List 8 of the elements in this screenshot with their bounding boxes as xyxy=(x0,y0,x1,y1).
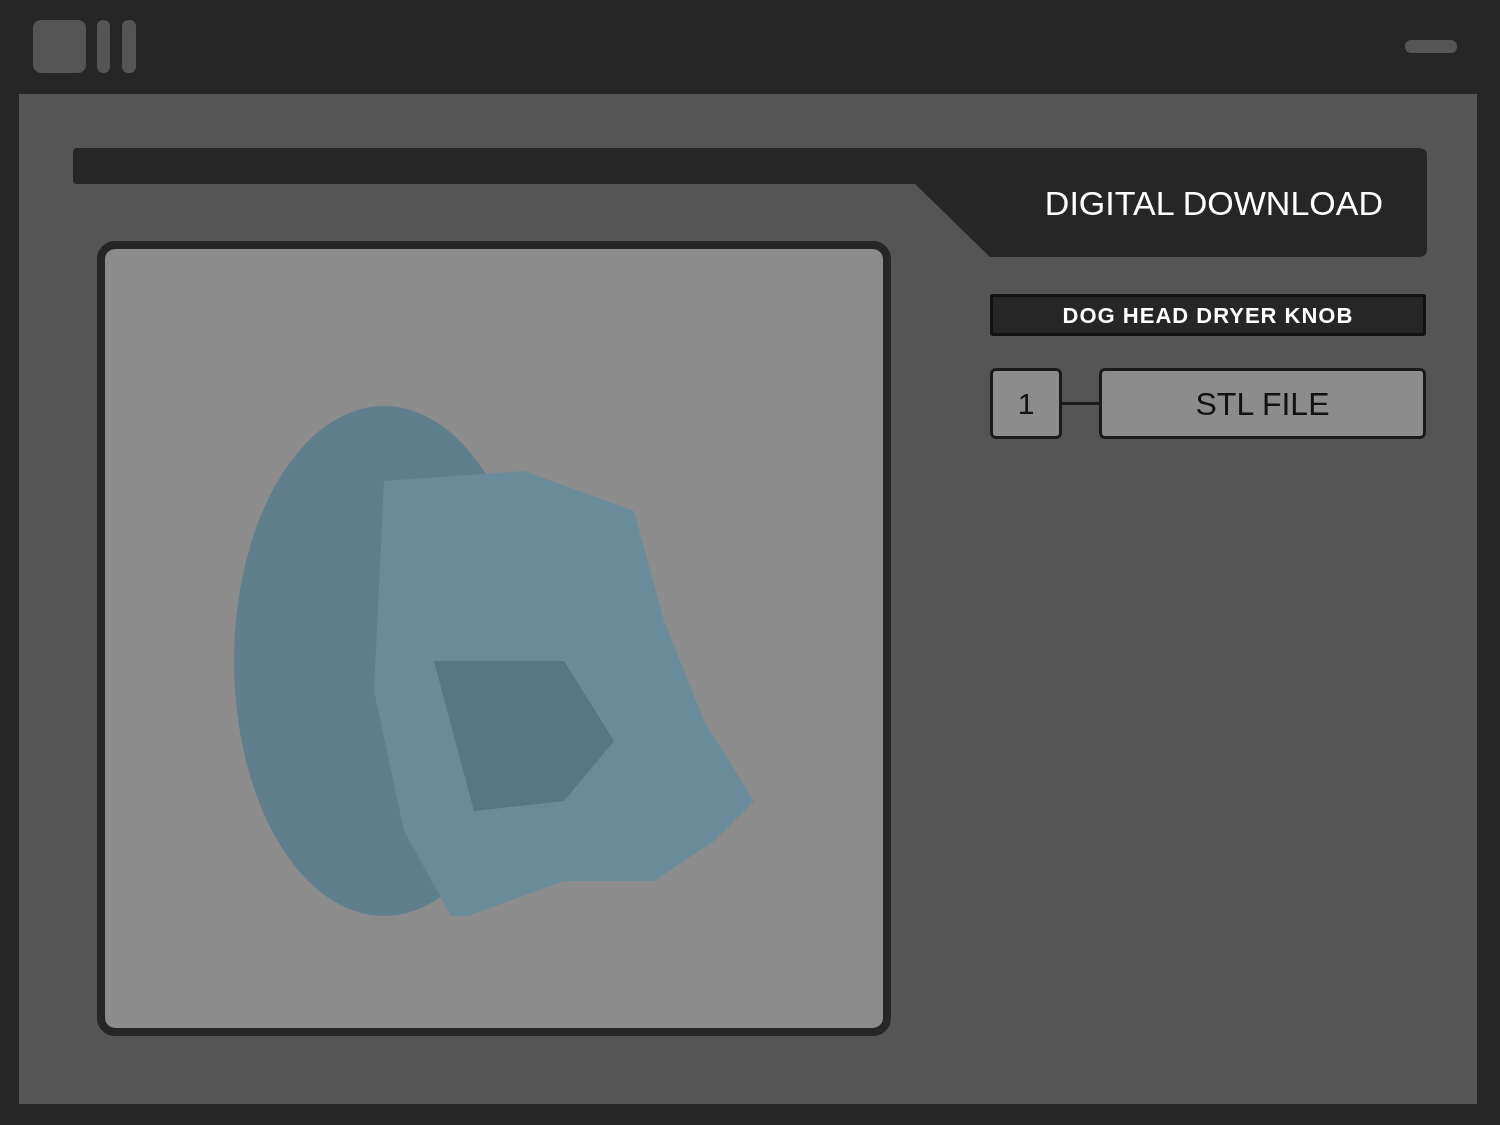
window-icon[interactable] xyxy=(33,20,86,73)
pause-icon[interactable] xyxy=(97,20,136,73)
file-type-button[interactable]: STL FILE xyxy=(1099,368,1426,439)
quantity-box: 1 xyxy=(990,368,1062,439)
minimize-icon[interactable] xyxy=(1405,40,1457,53)
product-name-label: DOG HEAD DRYER KNOB xyxy=(990,294,1426,336)
banner-title: DIGITAL DOWNLOAD xyxy=(1044,184,1383,222)
connector-line xyxy=(1062,402,1099,405)
